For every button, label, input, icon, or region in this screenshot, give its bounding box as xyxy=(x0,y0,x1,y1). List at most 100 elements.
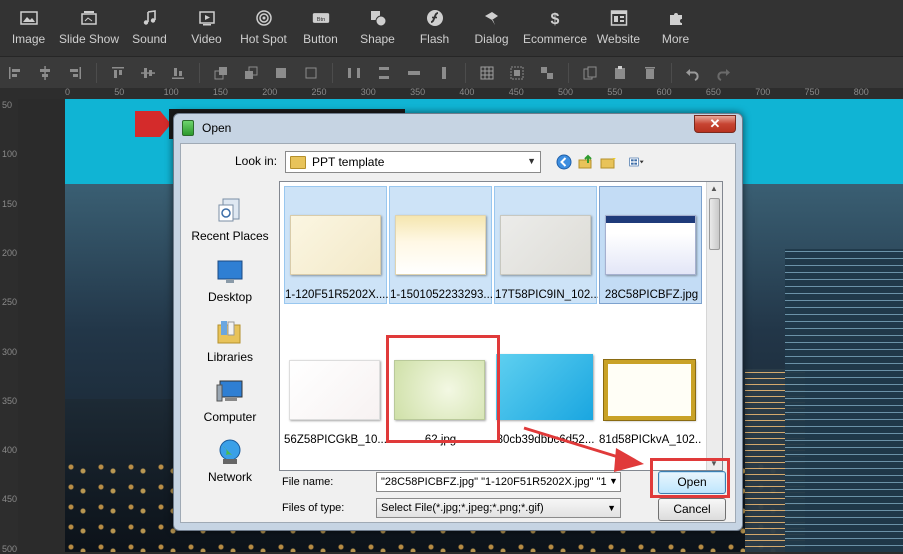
toolbar-sound-button[interactable]: Sound xyxy=(121,0,178,56)
button-icon: Btn xyxy=(311,8,331,28)
align-center-icon[interactable] xyxy=(35,63,55,83)
flash-icon xyxy=(425,8,445,28)
file-preview xyxy=(603,359,696,421)
up-folder-icon[interactable] xyxy=(576,152,596,172)
delete-icon[interactable] xyxy=(640,63,660,83)
file-name: 1-120F51R5202X.... xyxy=(285,289,388,301)
toolbar-label: Flash xyxy=(419,32,450,46)
horizontal-ruler: 0 50 100 150 200 250 300 350 400 450 500 550 600 650 7… xyxy=(18,87,903,99)
place-label: Computer xyxy=(203,410,257,424)
file-preview xyxy=(605,215,696,275)
place-computer[interactable]: Computer xyxy=(185,377,275,424)
send-backward-icon[interactable] xyxy=(301,63,321,83)
dialog-title: Open xyxy=(202,120,232,135)
file-type-select[interactable]: Select File(*.jpg;*.jpeg;*.png;*.gif) ▼ xyxy=(376,498,621,518)
annotation-arrow-icon xyxy=(523,426,644,472)
ruler-tick-label: 50 xyxy=(114,87,125,97)
toolbar-label: Image xyxy=(11,32,46,46)
toolbar-hot-spot-button[interactable]: Hot Spot xyxy=(235,0,292,56)
toolbar-video-button[interactable]: Video xyxy=(178,0,235,56)
ruler-tick-label: 0 xyxy=(65,87,71,97)
place-network[interactable]: Network xyxy=(185,437,275,484)
red-ribbon-shape[interactable] xyxy=(135,111,171,137)
ruler-tick-label: 100 xyxy=(2,149,18,160)
ruler-tick-label: 500 xyxy=(558,87,574,97)
scroll-up-icon[interactable]: ▲ xyxy=(710,184,718,193)
ruler-tick-label: 350 xyxy=(410,87,426,97)
grid-icon[interactable] xyxy=(477,63,497,83)
toolbar-dialog-button[interactable]: Dialog xyxy=(463,0,520,56)
toolbar-label: Button xyxy=(303,32,338,46)
align-middle-icon[interactable] xyxy=(138,63,158,83)
ruler-tick-label: 300 xyxy=(360,87,376,97)
ruler-tick-label: 100 xyxy=(163,87,179,97)
toolbar-website-button[interactable]: Website xyxy=(590,0,647,56)
distribute-vertical-icon[interactable] xyxy=(374,63,394,83)
ruler-tick-label: 300 xyxy=(2,346,18,357)
file-thumbnail-3[interactable]: 17T58PIC9IN_102... xyxy=(494,186,598,304)
look-in-value: PPT template xyxy=(312,155,385,169)
toolbar-divider xyxy=(568,62,569,83)
same-width-icon[interactable] xyxy=(404,63,424,83)
ruler-tick-label: 150 xyxy=(2,198,18,209)
toolbar-divider xyxy=(332,62,333,83)
desktop-icon xyxy=(215,257,245,287)
undo-icon[interactable] xyxy=(683,63,703,83)
file-type-label: Files of type: xyxy=(282,502,345,514)
new-folder-icon[interactable] xyxy=(598,152,618,172)
place-libraries[interactable]: Libraries xyxy=(185,317,275,364)
toolbar-label: Video xyxy=(191,32,222,46)
align-right-icon[interactable] xyxy=(65,63,85,83)
file-name: 28C58PICBFZ.jpg xyxy=(604,289,699,301)
align-top-icon[interactable] xyxy=(108,63,128,83)
dialog-icon xyxy=(482,8,502,28)
toolbar-slide-show-button[interactable]: Slide Show xyxy=(57,0,121,56)
recent-places-icon xyxy=(215,196,245,226)
ruler-tick-label: 650 xyxy=(705,87,721,97)
ungroup-icon[interactable] xyxy=(537,63,557,83)
send-back-icon[interactable] xyxy=(241,63,261,83)
paste-icon[interactable] xyxy=(610,63,630,83)
file-preview xyxy=(290,215,381,275)
toolbar-ecommerce-button[interactable]: $ Ecommerce xyxy=(520,0,590,56)
dialog-titlebar[interactable]: Open xyxy=(174,114,742,141)
ruler-tick-label: 250 xyxy=(311,87,327,97)
place-label: Network xyxy=(207,470,252,484)
align-bottom-icon[interactable] xyxy=(168,63,188,83)
place-label: Recent Places xyxy=(191,229,269,243)
file-list-scrollbar[interactable]: ▲ ▼ xyxy=(706,182,722,470)
bring-forward-icon[interactable] xyxy=(271,63,291,83)
place-label: Desktop xyxy=(207,290,253,304)
bring-front-icon[interactable] xyxy=(211,63,231,83)
place-desktop[interactable]: Desktop xyxy=(185,257,275,304)
file-thumbnail-5[interactable]: 56Z58PICGkB_10... xyxy=(284,332,387,450)
align-left-icon[interactable] xyxy=(5,63,25,83)
close-button[interactable]: ✕ xyxy=(694,115,736,133)
toolbar-image-button[interactable]: Image xyxy=(0,0,57,56)
toolbar-more-button[interactable]: More xyxy=(647,0,704,56)
look-in-dropdown[interactable]: PPT template ▼ xyxy=(285,151,541,173)
place-recent-places[interactable]: Recent Places xyxy=(185,196,275,243)
file-thumbnail-2[interactable]: 1-1501052233293... xyxy=(389,186,493,304)
svg-text:$: $ xyxy=(551,11,560,27)
file-thumbnail-4[interactable]: 28C58PICBFZ.jpg xyxy=(599,186,702,304)
copy-icon[interactable] xyxy=(580,63,600,83)
alignment-toolbar xyxy=(0,56,903,88)
toolbar-shape-button[interactable]: Shape xyxy=(349,0,406,56)
distribute-horizontal-icon[interactable] xyxy=(344,63,364,83)
toolbar-label: Sound xyxy=(132,32,167,46)
redo-icon[interactable] xyxy=(713,63,733,83)
toolbar-divider xyxy=(96,62,97,83)
cancel-button[interactable]: Cancel xyxy=(658,498,726,521)
file-name: 56Z58PICGkB_10... xyxy=(284,434,387,446)
file-thumbnail-1[interactable]: 1-120F51R5202X.... xyxy=(284,186,388,304)
file-list[interactable]: 1-120F51R5202X.... 1-1501052233293... 17… xyxy=(279,181,723,471)
computer-icon xyxy=(215,377,245,407)
scroll-thumb[interactable] xyxy=(709,198,720,250)
toolbar-flash-button[interactable]: Flash xyxy=(406,0,463,56)
back-icon[interactable] xyxy=(554,152,574,172)
view-menu-icon[interactable] xyxy=(623,152,651,172)
group-icon[interactable] xyxy=(507,63,527,83)
toolbar-button-button[interactable]: Btn Button xyxy=(292,0,349,56)
same-height-icon[interactable] xyxy=(434,63,454,83)
